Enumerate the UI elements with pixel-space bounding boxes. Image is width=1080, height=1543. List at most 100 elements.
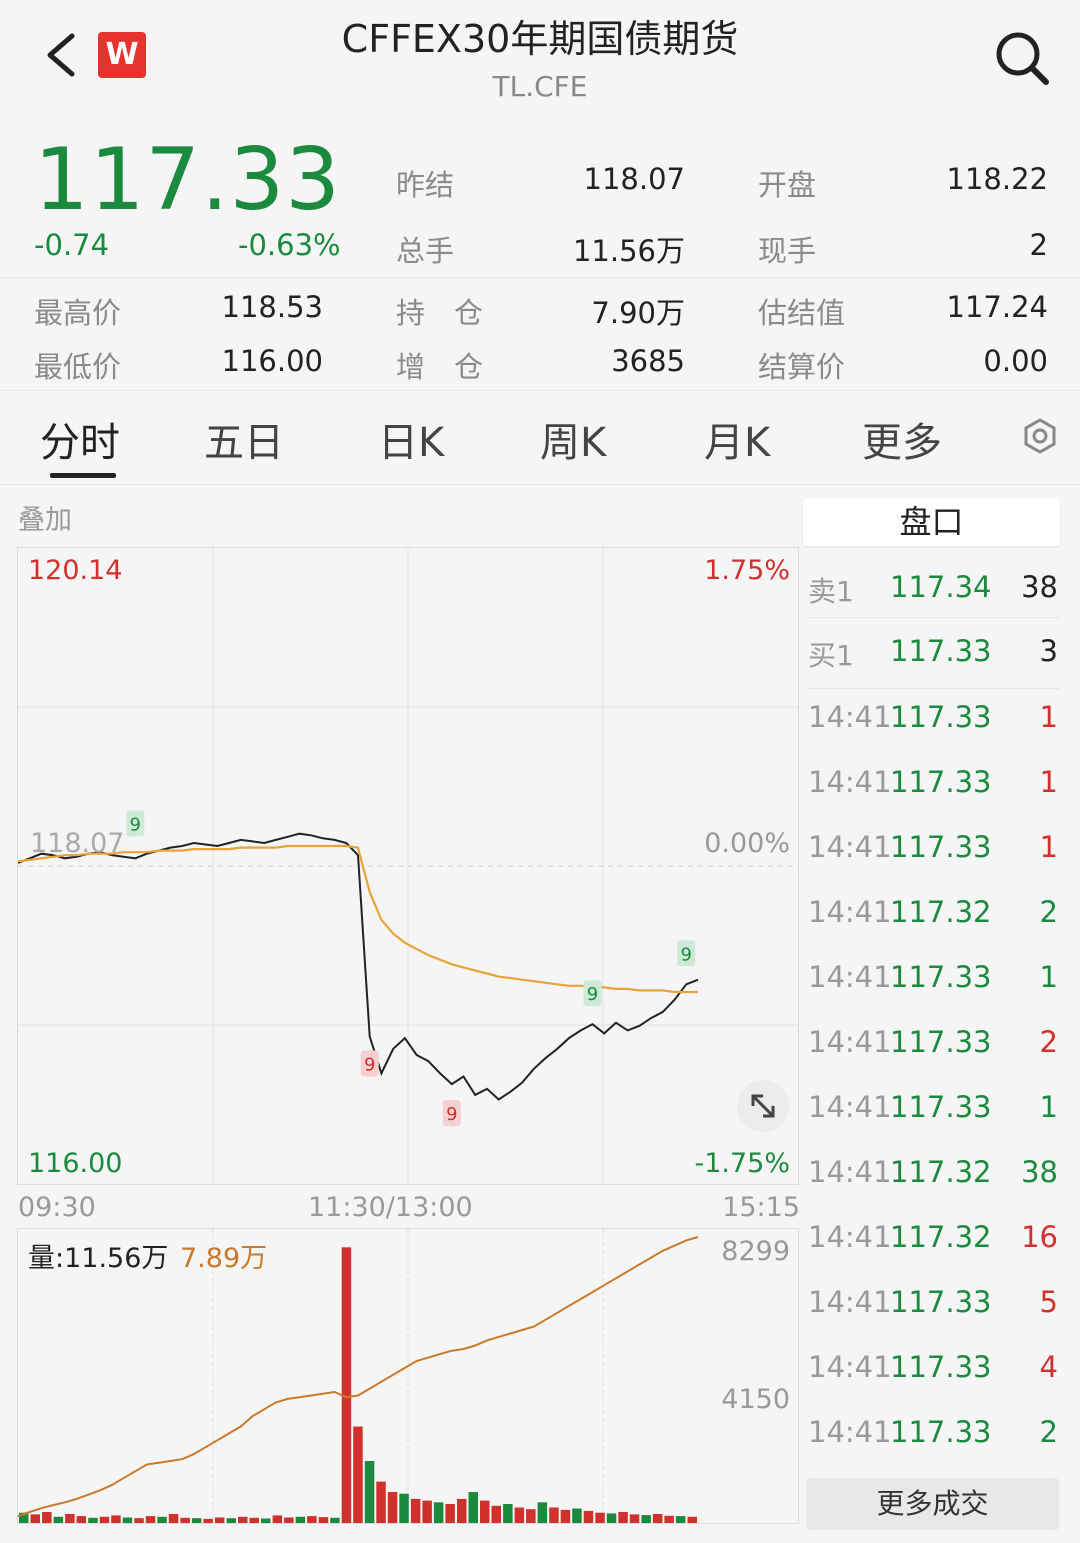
x-axis-label-mid: 11:30/13:00 [308,1192,473,1223]
volume-bar [595,1512,605,1523]
tick-volume: 1 [1039,765,1058,799]
expand-button[interactable] [737,1080,789,1132]
tick-time: 14:41 [808,700,892,734]
tab-daily-k[interactable]: 日K [378,410,444,468]
volume-bar [99,1516,110,1523]
more-trades-button[interactable]: 更多成交 [806,1478,1059,1530]
volume-bar [272,1515,283,1523]
volume-bar [468,1492,478,1523]
bid-label: 买1 [808,639,854,672]
volume-bar [295,1516,306,1523]
volume-bar [445,1504,455,1523]
search-button[interactable] [992,28,1052,88]
trade-tick-row: 14:41 117.33 4 [808,1350,1060,1415]
quote-value: 7.90万 [591,296,685,330]
tick-volume: 16 [1021,1220,1058,1254]
settings-button[interactable] [1022,418,1058,454]
page-title: CFFEX30年期国债期货 [341,17,739,61]
volume-bar [226,1518,236,1523]
volume-bar [157,1516,167,1523]
tick-volume: 1 [1039,700,1058,734]
volume-bar [410,1498,421,1523]
tick-price: 117.33 [890,1090,992,1124]
tab-more[interactable]: 更多 [862,410,942,468]
tick-time: 14:41 [808,1220,892,1254]
tick-volume: 2 [1039,895,1058,929]
x-axis-label-close: 15:15 [722,1192,800,1223]
tick-time: 14:41 [808,1025,892,1059]
tick-price: 117.32 [890,1155,992,1189]
quote-value: 118.22 [946,162,1048,196]
volume-y-mid: 4150 [721,1384,790,1415]
volume-bar [687,1516,697,1523]
trade-tick-row: 14:41 117.33 1 [808,1090,1060,1155]
tick-price: 117.33 [890,700,992,734]
trade-tick-row: 14:41 117.33 2 [808,1415,1060,1480]
signal-marker-label: 9 [130,814,141,835]
trade-tick-row: 14:41 117.33 5 [808,1285,1060,1350]
tab-weekly-k[interactable]: 周K [540,410,606,468]
tab-monthly-k[interactable]: 月K [704,410,770,468]
volume-bar [284,1517,294,1523]
volume-bar [111,1515,121,1523]
volume-bar [214,1517,225,1523]
tick-volume: 5 [1039,1285,1058,1319]
trade-tick-row: 14:41 117.33 1 [808,700,1060,765]
tick-time: 14:41 [808,1285,892,1319]
y-axis-max-label: 120.14 [28,555,123,586]
quote-label: 最高价 [34,296,122,330]
signal-marker-label: 9 [446,1104,457,1125]
tick-time: 14:41 [808,830,892,864]
tick-price: 117.33 [890,1415,992,1449]
volume-bar [122,1517,133,1523]
volume-bar [560,1509,571,1523]
divider [806,617,1060,618]
volume-bar [42,1512,52,1523]
volume-bar [307,1516,317,1523]
volume-bar [433,1502,444,1523]
quote-label: 总手 [396,234,455,268]
signal-marker-label: 9 [587,984,598,1005]
volume-bar [364,1461,375,1523]
search-icon [996,32,1049,85]
tab-intraday[interactable]: 分时 [40,410,120,468]
tab-five-day[interactable]: 五日 [204,410,284,468]
tick-volume: 38 [1021,1155,1058,1189]
price-change: -0.74 [34,228,110,262]
tick-volume: 1 [1039,960,1058,994]
trade-tick-row: 14:41 117.32 16 [808,1220,1060,1285]
tick-price: 117.33 [890,1350,992,1384]
volume-secondary: 7.89万 [180,1243,268,1274]
volume-bar [629,1514,640,1523]
volume-bar [318,1517,329,1523]
price-chart[interactable]: 9 9 9 9 9 [17,547,799,1185]
orderbook-header[interactable]: 盘口 [803,498,1060,546]
tick-time: 14:41 [808,960,892,994]
volume-bar [491,1505,501,1523]
volume-bar [203,1518,213,1523]
tick-price: 117.33 [890,1285,992,1319]
divider [806,688,1060,689]
y-axis-max-pct: 1.75% [704,555,790,586]
volume-bar [76,1516,87,1523]
overlay-button[interactable]: 叠加 [18,498,72,537]
tick-price: 117.32 [890,895,992,929]
ask-volume: 38 [1021,570,1058,604]
volume-bar [618,1512,628,1523]
tick-price: 117.33 [890,1025,992,1059]
tick-volume: 1 [1039,830,1058,864]
price-chart-canvas: 9 9 9 9 9 [18,548,798,1184]
volume-bar [168,1514,179,1523]
instrument-code: TL.CFE [492,70,588,103]
quote-value: 116.00 [221,344,323,378]
volume-title: 量:11.56万 [28,1243,169,1274]
y-axis-min-label: 116.00 [28,1148,123,1179]
volume-bar [376,1481,386,1523]
tick-volume: 2 [1039,1415,1058,1449]
price-change-pct: -0.63% [238,228,341,262]
volume-bar [65,1514,75,1523]
quote-label: 持 仓 [396,296,484,330]
quote-value: 11.56万 [572,234,685,268]
volume-bar [134,1518,144,1523]
volume-bar [88,1517,98,1523]
